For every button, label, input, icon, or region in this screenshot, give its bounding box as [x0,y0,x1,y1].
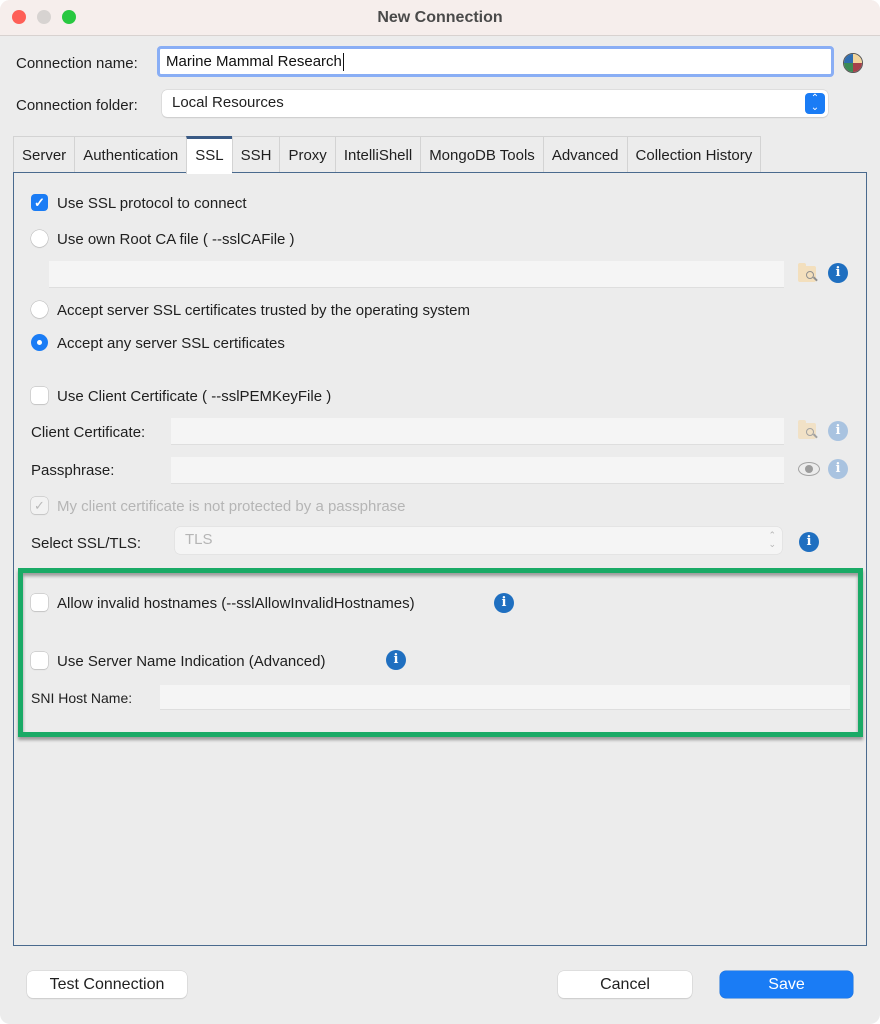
connection-name-value: Marine Mammal Research [166,53,342,70]
connection-name-label: Connection name: [16,55,138,72]
save-button[interactable]: Save [720,971,853,998]
client-certificate-input[interactable] [171,418,784,445]
info-icon[interactable]: i [799,532,819,552]
info-icon[interactable]: i [494,593,514,613]
use-ssl-label: Use SSL protocol to connect [57,195,247,212]
window-title: New Connection [377,9,503,26]
title-bar: New Connection [0,0,880,36]
show-password-eye-icon[interactable] [798,462,820,478]
tab-bar: Server Authentication SSL SSH Proxy Inte… [13,136,762,174]
use-ssl-checkbox[interactable]: ✓ [31,194,48,211]
tab-advanced[interactable]: Advanced [542,136,627,173]
accept-any-label: Accept any server SSL certificates [57,335,285,352]
use-sni-label: Use Server Name Indication (Advanced) [57,653,326,670]
info-icon[interactable]: i [386,650,406,670]
info-icon[interactable]: i [828,421,848,441]
test-connection-button[interactable]: Test Connection [27,971,187,998]
select-stepper-icon: ⌃ ⌄ [768,530,776,549]
passphrase-label: Passphrase: [31,462,115,479]
connection-folder-select[interactable]: Local Resources ⌃ ⌄ [162,90,828,117]
passphrase-input[interactable] [171,457,784,484]
select-tls-value: TLS [185,531,213,548]
tab-ssh[interactable]: SSH [231,136,280,173]
trusted-os-label: Accept server SSL certificates trusted b… [57,302,470,319]
tab-ssl[interactable]: SSL [186,136,232,174]
browse-folder-icon[interactable] [798,420,820,441]
select-tls-label: Select SSL/TLS: [31,535,142,552]
allow-invalid-hostnames-checkbox[interactable] [31,594,48,611]
root-ca-radio[interactable] [31,230,48,247]
tab-collection-history[interactable]: Collection History [626,136,762,173]
allow-invalid-hostnames-label: Allow invalid hostnames (--sslAllowInval… [57,595,415,612]
no-passphrase-label: My client certificate is not protected b… [57,498,406,515]
use-sni-checkbox[interactable] [31,652,48,669]
select-tls-dropdown[interactable]: TLS ⌃ ⌄ [175,527,782,554]
use-client-cert-label: Use Client Certificate ( --sslPEMKeyFile… [57,388,332,405]
root-ca-label: Use own Root CA file ( --sslCAFile ) [57,231,295,248]
cancel-button[interactable]: Cancel [558,971,692,998]
text-caret [342,53,344,72]
connection-folder-label: Connection folder: [16,97,138,114]
tab-proxy[interactable]: Proxy [279,136,335,173]
trusted-os-radio[interactable] [31,301,48,318]
connection-name-input[interactable]: Marine Mammal Research [157,46,834,77]
sni-host-name-label: SNI Host Name: [31,690,133,706]
browse-folder-icon[interactable] [798,263,820,284]
client-certificate-label: Client Certificate: [31,424,146,441]
accept-any-radio[interactable] [31,334,48,351]
color-picker-icon[interactable] [843,53,863,73]
tab-authentication[interactable]: Authentication [74,136,187,173]
tab-mongodb-tools[interactable]: MongoDB Tools [420,136,543,173]
sni-host-name-input[interactable] [160,685,850,710]
new-connection-dialog: New Connection Connection name: Marine M… [0,0,880,1024]
connection-folder-value: Local Resources [172,94,284,111]
no-passphrase-checkbox[interactable]: ✓ [31,497,48,514]
check-icon: ✓ [34,195,45,210]
info-icon[interactable]: i [828,459,848,479]
check-icon: ✓ [34,498,45,513]
tab-server[interactable]: Server [13,136,75,173]
use-client-cert-checkbox[interactable] [31,387,48,404]
tab-intellishell[interactable]: IntelliShell [334,136,421,173]
select-stepper-icon: ⌃ ⌄ [805,93,825,114]
root-ca-file-input[interactable] [49,261,784,288]
info-icon[interactable]: i [828,263,848,283]
ssl-tab-panel [13,172,867,946]
